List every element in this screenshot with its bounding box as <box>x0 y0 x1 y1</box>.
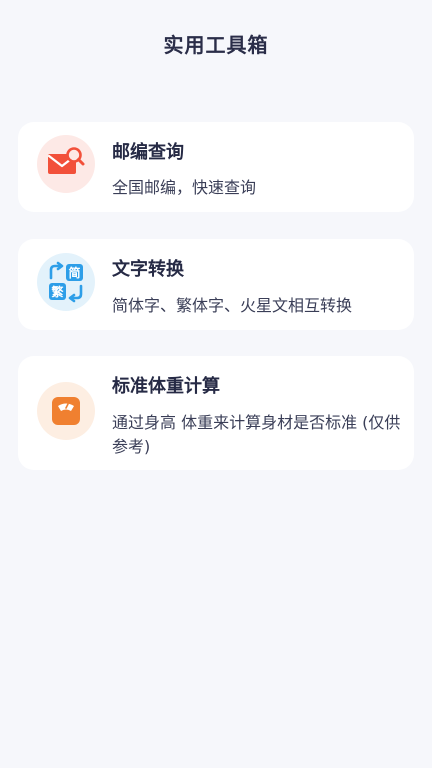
tool-description: 通过身高 体重来计算身材是否标准 (仅供参考) <box>112 413 401 456</box>
tool-card-postal-code[interactable]: 邮编查询 全国邮编，快速查询 <box>18 122 414 212</box>
icon-char-traditional: 繁 <box>51 284 64 299</box>
tool-card-weight-calc[interactable]: 标准体重计算 通过身高 体重来计算身材是否标准 (仅供参考) <box>18 356 414 470</box>
mail-search-icon <box>37 135 95 193</box>
tool-description: 全国邮编，快速查询 <box>112 178 257 197</box>
tool-title: 标准体重计算 <box>112 376 220 397</box>
icon-char-simplified: 简 <box>68 265 80 280</box>
tool-description: 简体字、繁体字、火星文相互转换 <box>112 296 353 315</box>
tool-title: 邮编查询 <box>112 142 184 163</box>
page-title: 实用工具箱 <box>163 32 269 57</box>
tool-title: 文字转换 <box>112 259 184 280</box>
tool-card-text-convert[interactable]: 简 繁 文字转换 简体字、繁体字、火星文相互转换 <box>18 239 414 330</box>
text-convert-icon: 简 繁 <box>37 253 95 311</box>
scale-icon <box>37 382 95 440</box>
app-header: 实用工具箱 <box>0 0 432 86</box>
